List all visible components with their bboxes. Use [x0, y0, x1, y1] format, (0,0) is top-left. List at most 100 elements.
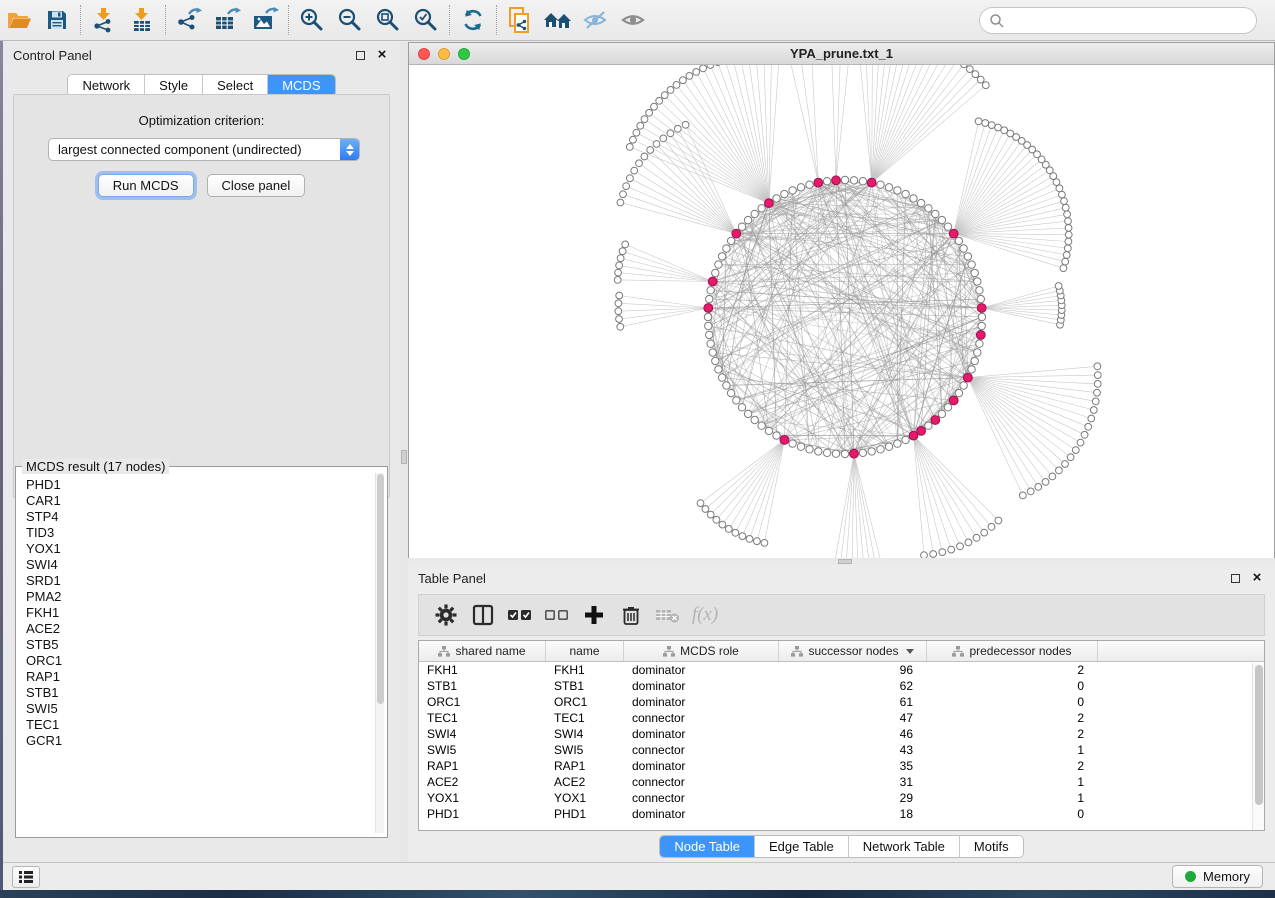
zoom-fit-icon[interactable] [369, 3, 407, 37]
network-node[interactable] [713, 516, 720, 523]
mcds-result-item[interactable]: ACE2 [22, 621, 373, 637]
table-options-gear-icon[interactable] [431, 599, 461, 631]
network-node[interactable] [615, 308, 622, 315]
network-node[interactable] [656, 97, 663, 104]
network-node[interactable] [1064, 211, 1071, 218]
cell-predecessor-nodes[interactable]: 1 [927, 774, 1098, 790]
cell-name[interactable]: SWI5 [546, 742, 624, 758]
cell-predecessor-nodes[interactable]: 0 [927, 678, 1098, 694]
mcds-hub-node[interactable] [814, 178, 823, 187]
network-node[interactable] [877, 446, 884, 453]
open-file-icon[interactable] [0, 3, 38, 37]
network-window-titlebar[interactable]: YPA_prune.txt_1 [409, 43, 1274, 65]
cell-MCDS-role[interactable]: dominator [624, 694, 779, 710]
table-row[interactable]: FKH1FKH1dominator962 [419, 662, 1264, 678]
run-mcds-button[interactable]: Run MCDS [98, 174, 194, 197]
network-node[interactable] [637, 122, 644, 129]
network-node[interactable] [894, 440, 901, 447]
cell-MCDS-role[interactable]: dominator [624, 806, 779, 822]
mcds-result-item[interactable]: PMA2 [22, 589, 373, 605]
network-node[interactable] [1055, 283, 1062, 290]
mcds-result-item[interactable]: YOX1 [22, 541, 373, 557]
cell-shared-name[interactable]: YOX1 [419, 790, 546, 806]
network-node[interactable] [815, 448, 822, 455]
splitter-handle[interactable] [401, 450, 407, 464]
network-node[interactable] [702, 506, 709, 513]
network-node[interactable] [723, 245, 730, 252]
network-node[interactable] [739, 533, 746, 540]
network-node[interactable] [725, 526, 732, 533]
cell-shared-name[interactable]: TEC1 [419, 710, 546, 726]
cell-successor-nodes[interactable]: 61 [779, 694, 927, 710]
cell-MCDS-role[interactable]: dominator [624, 678, 779, 694]
network-node[interactable] [965, 539, 972, 546]
network-node[interactable] [797, 443, 804, 450]
network-node[interactable] [797, 184, 804, 191]
mcds-hub-node[interactable] [708, 277, 717, 286]
network-node[interactable] [910, 195, 917, 202]
network-node[interactable] [636, 160, 643, 167]
cell-predecessor-nodes[interactable]: 0 [927, 806, 1098, 822]
table-scrollbar[interactable] [1252, 663, 1264, 831]
show-columns-icon[interactable] [468, 599, 498, 631]
network-node[interactable] [616, 262, 623, 269]
network-node[interactable] [773, 195, 780, 202]
network-node[interactable] [877, 181, 884, 188]
network-node[interactable] [707, 65, 714, 68]
network-node[interactable] [697, 500, 704, 507]
network-node[interactable] [1064, 245, 1071, 252]
network-node[interactable] [712, 269, 719, 276]
network-node[interactable] [1059, 191, 1066, 198]
network-node[interactable] [1056, 467, 1063, 474]
cell-predecessor-nodes[interactable]: 1 [927, 742, 1098, 758]
network-node[interactable] [615, 300, 622, 307]
network-node[interactable] [617, 323, 624, 330]
hide-selected-eye-icon[interactable] [577, 3, 615, 37]
table-row[interactable]: YOX1YOX1connector291 [419, 790, 1264, 806]
network-node[interactable] [680, 77, 687, 84]
network-node[interactable] [667, 130, 674, 137]
network-node[interactable] [976, 287, 983, 294]
export-network-icon[interactable] [170, 3, 208, 37]
network-node[interactable] [977, 76, 984, 83]
network-node[interactable] [693, 69, 700, 76]
network-node[interactable] [982, 82, 989, 89]
cell-name[interactable]: YOX1 [546, 790, 624, 806]
network-node[interactable] [765, 427, 772, 434]
cell-predecessor-nodes[interactable]: 0 [927, 694, 1098, 710]
network-node[interactable] [939, 549, 946, 556]
network-node[interactable] [981, 529, 988, 536]
network-node[interactable] [1094, 372, 1101, 379]
mcds-result-item[interactable]: PHD1 [22, 477, 373, 493]
mcds-result-item[interactable]: STP4 [22, 509, 373, 525]
cell-predecessor-nodes[interactable]: 2 [927, 726, 1098, 742]
float-panel-icon[interactable] [1227, 570, 1243, 586]
mcds-result-item[interactable]: STB5 [22, 637, 373, 653]
network-node[interactable] [988, 122, 995, 129]
network-node[interactable] [1035, 484, 1042, 491]
network-node[interactable] [964, 253, 971, 260]
column-header-shared-name[interactable]: shared name [419, 641, 546, 661]
network-node[interactable] [616, 292, 623, 299]
show-all-eye-icon[interactable] [615, 3, 653, 37]
network-graph[interactable] [409, 65, 1274, 558]
network-node[interactable] [925, 422, 932, 429]
network-node[interactable] [1019, 492, 1026, 499]
network-node[interactable] [806, 181, 813, 188]
network-node[interactable] [971, 357, 978, 364]
network-node[interactable] [751, 210, 758, 217]
network-node[interactable] [619, 248, 626, 255]
mcds-hub-node[interactable] [765, 199, 774, 208]
network-node[interactable] [704, 313, 711, 320]
network-node[interactable] [955, 237, 962, 244]
mcds-hub-node[interactable] [732, 229, 741, 238]
network-node[interactable] [973, 534, 980, 541]
network-node[interactable] [1065, 231, 1072, 238]
network-node[interactable] [706, 331, 713, 338]
network-node[interactable] [761, 540, 768, 547]
network-node[interactable] [653, 141, 660, 148]
network-node[interactable] [832, 450, 839, 457]
network-node[interactable] [1049, 473, 1056, 480]
network-node[interactable] [972, 71, 979, 78]
cell-name[interactable]: ORC1 [546, 694, 624, 710]
